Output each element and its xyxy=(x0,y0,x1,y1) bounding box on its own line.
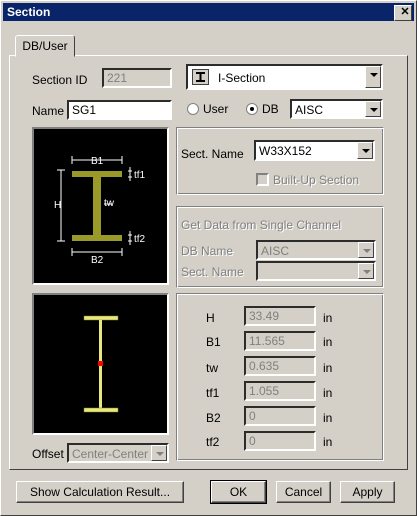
dim-b2: B2 xyxy=(91,255,104,266)
db-select-value: AISC xyxy=(295,103,324,117)
dim-label-tf2: tf2 xyxy=(206,435,220,449)
dim-label-b2: B2 xyxy=(206,411,221,425)
chevron-down-icon xyxy=(151,445,167,461)
dim-tw: tw xyxy=(104,198,114,209)
section-preview xyxy=(32,293,169,435)
dim-unit-b2: in xyxy=(323,411,333,425)
dim-value-b1: 11.565 xyxy=(244,331,316,351)
window-title: Section xyxy=(7,5,51,19)
close-icon: ✕ xyxy=(400,6,410,18)
dim-label-b1: B1 xyxy=(206,335,221,349)
dim-h: H xyxy=(54,200,62,211)
db-radio[interactable] xyxy=(246,103,258,115)
offset-value: Center-Center xyxy=(72,447,149,461)
db-name-value: AISC xyxy=(261,244,290,258)
preview-bottom-flange xyxy=(83,407,119,413)
dim-label-tw: tw xyxy=(206,361,218,375)
sect-name-select[interactable]: W33X152 xyxy=(254,140,375,161)
db-name-select: AISC xyxy=(256,240,376,260)
dim-value-h: 33.49 xyxy=(244,306,316,326)
show-calculation-result-button[interactable]: Show Calculation Result... xyxy=(16,481,184,503)
single-channel-title: Get Data from Single Channel xyxy=(181,218,342,232)
tab-db-user[interactable]: DB/User xyxy=(15,35,75,57)
chevron-down-icon[interactable] xyxy=(365,66,381,88)
chevron-down-icon xyxy=(358,242,374,258)
section-shape-value: I-Section xyxy=(218,71,266,85)
dim-unit-tf2: in xyxy=(323,435,333,449)
chevron-down-icon xyxy=(358,263,374,279)
bottom-flange xyxy=(72,235,122,241)
db-select[interactable]: AISC xyxy=(290,99,383,119)
dim-b1: B1 xyxy=(91,156,104,167)
tab-label: DB/User xyxy=(22,39,68,53)
i-section-icon xyxy=(192,69,209,85)
sect-name-label: Sect. Name xyxy=(181,147,244,161)
builtup-checkbox xyxy=(256,173,269,186)
preview-top-flange xyxy=(83,315,119,321)
dim-unit-h: in xyxy=(323,311,333,325)
dim-tf1: tf1 xyxy=(134,170,146,181)
dim-value-tw: 0.635 xyxy=(244,356,316,376)
title-bar: Section ✕ xyxy=(3,3,414,21)
apply-button[interactable]: Apply xyxy=(340,481,395,503)
dim-label-h: H xyxy=(206,311,215,325)
name-field[interactable]: SG1 xyxy=(67,100,172,120)
dim-unit-b1: in xyxy=(323,335,333,349)
dim-tf2: tf2 xyxy=(134,234,146,245)
dim-label-tf1: tf1 xyxy=(206,386,220,400)
ok-button[interactable]: OK xyxy=(210,480,267,504)
section-dialog: Section ✕ DB/User Section ID 221 I-Secti… xyxy=(0,0,417,516)
section-id-field: 221 xyxy=(102,68,172,88)
cancel-button[interactable]: Cancel xyxy=(276,481,331,503)
builtup-label: Built-Up Section xyxy=(273,173,360,187)
dim-value-b2: 0 xyxy=(244,406,316,426)
section-shape-select[interactable]: I-Section xyxy=(186,64,383,90)
chevron-down-icon[interactable] xyxy=(357,142,373,159)
dim-value-tf2: 0 xyxy=(244,431,316,451)
dim-unit-tf1: in xyxy=(323,386,333,400)
centroid-marker xyxy=(98,361,103,366)
channel-sect-name-select xyxy=(256,261,376,281)
user-radio-label: User xyxy=(203,102,229,116)
web xyxy=(93,177,101,235)
user-radio[interactable] xyxy=(187,103,199,115)
db-radio-label: DB xyxy=(262,102,279,116)
channel-sect-name-label: Sect. Name xyxy=(181,265,244,279)
sect-name-value: W33X152 xyxy=(259,144,312,158)
db-name-label: DB Name xyxy=(181,244,234,258)
dimension-diagram: B1 tf1 H tw tf2 B2 xyxy=(32,127,169,285)
name-label: Name xyxy=(32,104,65,118)
dim-unit-tw: in xyxy=(323,361,333,375)
close-button[interactable]: ✕ xyxy=(394,5,412,21)
top-flange xyxy=(72,171,122,177)
offset-select: Center-Center xyxy=(67,443,169,463)
section-id-label: Section ID xyxy=(32,73,88,87)
offset-label: Offset xyxy=(32,447,64,461)
dim-value-tf1: 1.055 xyxy=(244,381,316,401)
chevron-down-icon[interactable] xyxy=(365,101,381,117)
